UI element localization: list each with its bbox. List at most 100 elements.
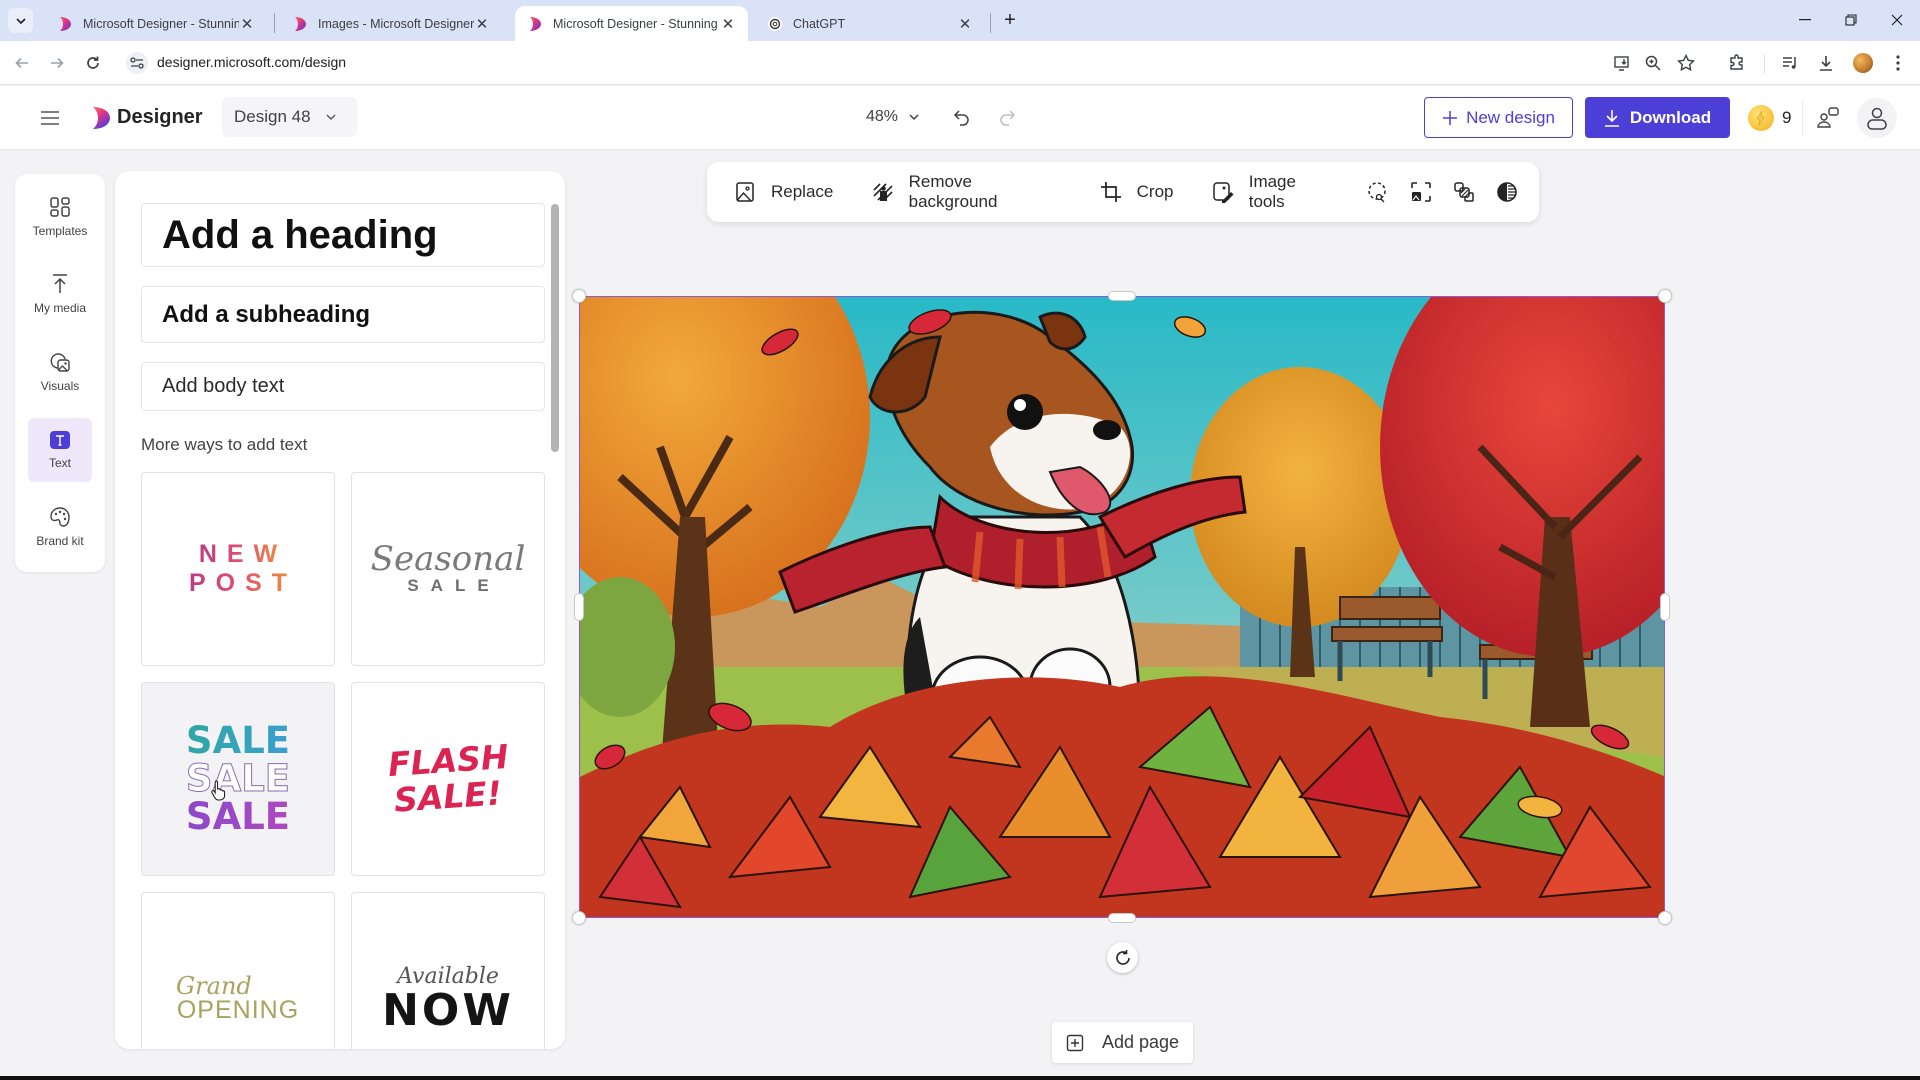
share-button[interactable] — [1815, 105, 1841, 131]
downloads-button[interactable] — [1815, 52, 1837, 74]
media-controls-button[interactable] — [1779, 52, 1801, 74]
visuals-icon — [50, 353, 70, 372]
template-line: SALE — [185, 795, 291, 838]
resize-handle-left[interactable] — [574, 593, 584, 621]
zoom-button[interactable] — [1642, 52, 1664, 74]
design-name-dropdown[interactable]: Design 48 — [222, 97, 357, 137]
redo-button[interactable] — [995, 106, 1019, 130]
close-tab-icon[interactable]: ✕ — [239, 15, 255, 33]
filters-button[interactable] — [1496, 180, 1519, 204]
reload-button[interactable] — [81, 51, 105, 75]
resize-handle-bottom-right[interactable] — [1658, 911, 1672, 925]
add-subheading-button[interactable]: Add a subheading — [141, 286, 545, 343]
image-tools-label: Image tools — [1248, 172, 1296, 211]
subheading-label: Add a subheading — [162, 300, 371, 328]
back-button[interactable] — [10, 51, 34, 75]
chrome-menu-button[interactable] — [1887, 52, 1909, 74]
blur-button[interactable] — [1452, 180, 1475, 204]
undo-button[interactable] — [950, 106, 974, 130]
downloads-icon — [1820, 56, 1832, 71]
close-tab-icon[interactable]: ✕ — [957, 15, 973, 33]
resize-handle-top-left[interactable] — [572, 289, 586, 303]
rail-item-brand-kit[interactable]: Brand kit — [28, 495, 92, 559]
upload-icon — [53, 274, 67, 293]
heading-label: Add a heading — [162, 212, 438, 257]
chatgpt-logo-icon — [768, 16, 782, 31]
close-tab-icon[interactable]: ✕ — [720, 15, 736, 33]
bookmark-button[interactable] — [1675, 52, 1697, 74]
text-template-sale-sale-sale[interactable]: SALE SALE SALE — [141, 682, 335, 876]
header-divider — [1802, 100, 1803, 136]
boost-credits[interactable]: 9 — [1748, 105, 1791, 131]
replace-button[interactable]: Replace — [733, 180, 833, 204]
tab-title: Images - Microsoft Designer — [318, 16, 474, 31]
text-template-new-post[interactable]: NEW POST — [141, 472, 335, 666]
rail-item-templates[interactable]: Templates — [28, 185, 92, 249]
close-window-button[interactable] — [1884, 8, 1910, 32]
body-label: Add body text — [162, 375, 285, 397]
install-app-button[interactable] — [1611, 52, 1633, 74]
image-tools-button[interactable]: Image tools — [1212, 172, 1334, 212]
new-design-button[interactable]: New design — [1424, 97, 1573, 138]
add-heading-button[interactable]: Add a heading — [141, 203, 545, 267]
forward-button[interactable] — [45, 51, 69, 75]
minimize-icon — [1799, 19, 1811, 21]
add-page-button[interactable]: Add page — [1052, 1022, 1193, 1063]
puppy-autumn-illustration — [580, 297, 1664, 917]
zoom-dropdown[interactable]: 48% — [866, 108, 920, 126]
rail-item-text[interactable]: Text — [28, 418, 92, 482]
boost-coin-icon — [1748, 105, 1774, 131]
resize-handle-bottom[interactable] — [1108, 913, 1136, 923]
menu-button[interactable] — [38, 106, 62, 130]
browser-tab[interactable]: Microsoft Designer - Stunning designs ✕ — [45, 6, 267, 41]
tab-search-button[interactable] — [8, 8, 33, 33]
rail-item-visuals[interactable]: Visuals — [28, 340, 92, 404]
rail-item-my-media[interactable]: My media — [28, 262, 92, 326]
rail-label: Visuals — [40, 379, 80, 393]
rotate-handle[interactable] — [1107, 942, 1138, 973]
minimize-button[interactable] — [1792, 8, 1818, 32]
reload-icon — [87, 56, 99, 69]
resize-handle-bottom-left[interactable] — [572, 911, 586, 925]
remove-background-icon — [873, 183, 893, 201]
zoom-value: 48% — [866, 108, 899, 125]
text-template-flash-sale[interactable]: FLASH SALE! — [351, 682, 545, 876]
download-button[interactable]: Download — [1585, 97, 1730, 138]
template-line: OPENING — [176, 996, 300, 1024]
replace-label: Replace — [771, 182, 834, 201]
browser-address-row: designer.microsoft.com/design — [0, 41, 1920, 85]
frame-button[interactable] — [1409, 180, 1432, 204]
browser-tab[interactable]: ChatGPT ✕ — [755, 6, 985, 41]
extensions-button[interactable] — [1726, 52, 1748, 74]
crop-button[interactable]: Crop — [1099, 180, 1174, 204]
bookmark-star-icon — [1677, 54, 1695, 72]
tab-separator — [274, 13, 275, 33]
select-subject-button[interactable] — [1366, 180, 1389, 204]
resize-handle-right[interactable] — [1660, 593, 1670, 621]
url-text[interactable]: designer.microsoft.com/design — [157, 54, 346, 70]
browser-tab-active[interactable]: Microsoft Designer - Stunning designs ✕ — [515, 6, 748, 41]
resize-handle-top[interactable] — [1108, 291, 1136, 301]
profile-avatar[interactable] — [1852, 52, 1874, 74]
restore-button[interactable] — [1838, 8, 1864, 32]
text-template-grand-opening[interactable]: Grand OPENING — [141, 892, 335, 1049]
close-tab-icon[interactable]: ✕ — [474, 15, 490, 33]
redo-icon — [1000, 110, 1016, 126]
new-tab-button[interactable]: + — [998, 8, 1022, 32]
tab-title: ChatGPT — [793, 16, 846, 31]
tab-separator — [990, 13, 991, 33]
account-button[interactable] — [1857, 98, 1897, 138]
undo-icon — [953, 110, 969, 126]
canvas-image[interactable] — [579, 296, 1665, 918]
remove-background-button[interactable]: Remove background — [871, 172, 1060, 212]
add-body-text-button[interactable]: Add body text — [141, 362, 545, 411]
text-template-available-now[interactable]: Available NOW — [351, 892, 545, 1049]
text-template-seasonal-sale[interactable]: Seasonal SALE — [351, 472, 545, 666]
rotate-icon — [1115, 949, 1130, 965]
browser-tab[interactable]: Images - Microsoft Designer ✕ — [280, 6, 502, 41]
omnibox[interactable] — [120, 46, 1660, 80]
site-info-button[interactable] — [126, 52, 148, 74]
resize-handle-top-right[interactable] — [1658, 289, 1672, 303]
rail-label: My media — [33, 301, 86, 315]
panel-scrollbar[interactable] — [551, 204, 559, 452]
